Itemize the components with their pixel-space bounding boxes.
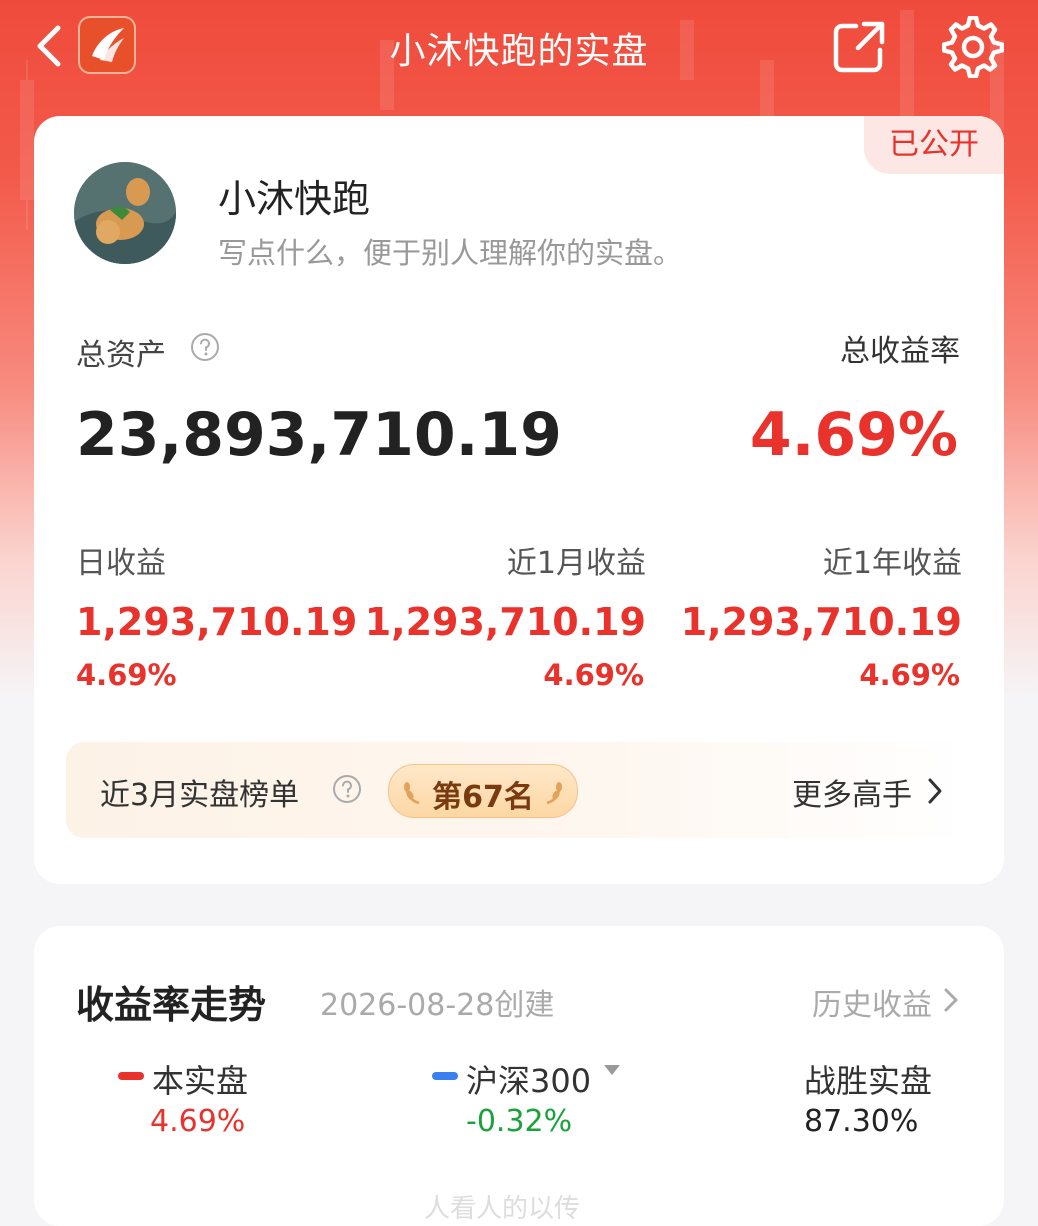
return-trend-card: 收益率走势 2026-08-28创建 历史收益 本实盘 4.69% 沪深300 …	[34, 926, 1004, 1226]
year-return-value: 1,293,710.19	[680, 600, 962, 644]
legend-portfolio-value: 4.69%	[150, 1104, 246, 1139]
year-return-pct: 4.69%	[859, 658, 960, 692]
month-return-value: 1,293,710.19	[364, 600, 646, 644]
month-return-pct: 4.69%	[543, 658, 644, 692]
trend-title: 收益率走势	[76, 983, 267, 1027]
history-returns-link[interactable]: 历史收益	[812, 980, 932, 1024]
legend-benchmark-label[interactable]: 沪深300	[466, 1056, 591, 1102]
month-return-label: 近1月收益	[506, 546, 646, 581]
total-return-value: 4.69%	[749, 400, 958, 470]
ranking-banner[interactable]: 近3月实盘榜单 第67名 更多高手	[66, 742, 972, 838]
daily-return-value: 1,293,710.19	[76, 600, 358, 644]
total-assets-label: 总资产	[76, 338, 166, 373]
chevron-right-icon	[928, 778, 942, 804]
faded-caption: 人看人的以传	[424, 1194, 581, 1224]
laurel-right-icon	[546, 782, 562, 805]
legend-portfolio-label: 本实盘	[152, 1062, 249, 1100]
user-bio[interactable]: 写点什么，便于别人理解你的实盘。	[218, 230, 682, 272]
daily-return-label: 日收益	[76, 546, 166, 581]
series-marker-benchmark	[432, 1072, 458, 1080]
created-date: 2026-08-28创建	[320, 988, 555, 1023]
public-status-badge: 已公开	[864, 116, 1004, 174]
portfolio-summary-card: 已公开 小沐快跑 写点什么，便于别人理解你的实盘。 总资产 总收益率 23,89…	[34, 116, 1004, 884]
total-assets-value: 23,893,710.19	[76, 400, 562, 470]
settings-gear-icon[interactable]	[942, 16, 1004, 78]
beat-ratio-label: 战胜实盘	[804, 1062, 933, 1100]
chevron-right-icon[interactable]	[942, 986, 960, 1014]
top-nav-bar: 小沐快跑的实盘	[0, 0, 1038, 100]
ranking-label: 近3月实盘榜单	[100, 778, 300, 813]
beat-ratio-value: 87.30%	[804, 1104, 919, 1139]
more-experts-link[interactable]: 更多高手	[792, 770, 912, 814]
daily-return-pct: 4.69%	[76, 658, 177, 692]
total-return-label: 总收益率	[840, 334, 960, 369]
series-marker-portfolio	[118, 1072, 144, 1080]
help-circle-icon[interactable]	[190, 332, 220, 362]
legend-benchmark-value: -0.32%	[466, 1104, 573, 1139]
share-icon[interactable]	[830, 18, 888, 76]
avatar[interactable]	[74, 162, 176, 264]
year-return-label: 近1年收益	[822, 546, 962, 581]
dropdown-caret-icon[interactable]	[602, 1062, 622, 1078]
help-circle-icon[interactable]	[332, 774, 362, 804]
user-name: 小沐快跑	[218, 177, 371, 221]
ranking-position-pill: 第67名	[388, 764, 578, 818]
